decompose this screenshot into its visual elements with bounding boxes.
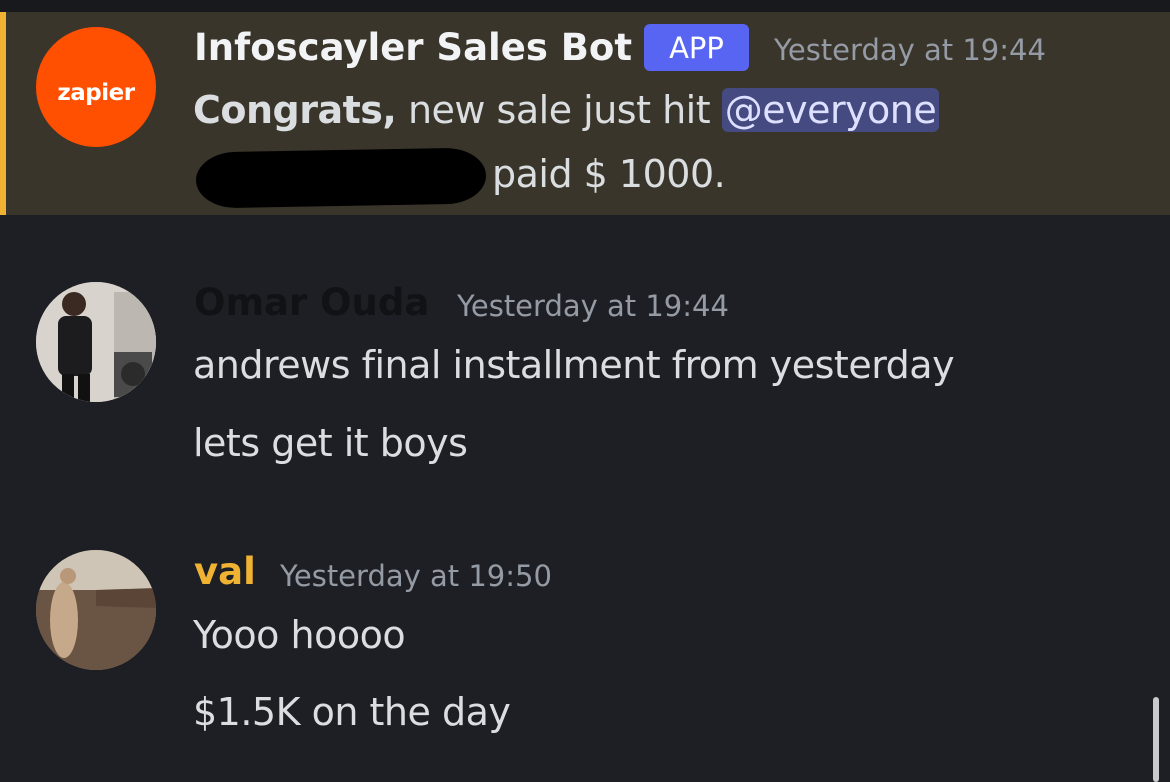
message-timestamp[interactable]: Yesterday at 19:50 <box>280 559 552 593</box>
message-text-segment: new sale just hit <box>396 88 722 132</box>
mention-accent-bar <box>0 12 6 215</box>
message-text: lets get it boys <box>193 421 468 465</box>
scrollbar-thumb[interactable] <box>1153 697 1159 782</box>
avatar[interactable] <box>36 550 156 670</box>
message-text: andrews final installment from yesterday <box>193 343 955 387</box>
redaction-scribble <box>195 147 487 209</box>
avatar-photo <box>36 282 156 402</box>
avatar[interactable] <box>36 282 156 402</box>
message-text: paid $ 1000. <box>492 152 726 196</box>
message-text: Yooo hoooo <box>193 613 406 657</box>
everyone-mention[interactable]: @everyone <box>721 88 940 132</box>
zapier-logo: zapier <box>57 80 135 106</box>
message-bold-text: Congrats, <box>193 88 397 132</box>
avatar-photo <box>36 550 156 670</box>
message-text: $1.5K on the day <box>193 690 511 734</box>
app-badge: APP <box>644 24 749 71</box>
message-author[interactable]: Omar Ouda <box>194 281 429 324</box>
message-timestamp[interactable]: Yesterday at 19:44 <box>774 33 1046 67</box>
message-author[interactable]: val <box>194 550 256 593</box>
message-timestamp[interactable]: Yesterday at 19:44 <box>457 289 729 323</box>
top-divider <box>0 0 1170 12</box>
message-text: Congrats, new sale just hit @everyone <box>193 88 940 132</box>
avatar[interactable]: zapier <box>36 27 156 147</box>
message-author[interactable]: Infoscayler Sales Bot <box>194 26 632 69</box>
